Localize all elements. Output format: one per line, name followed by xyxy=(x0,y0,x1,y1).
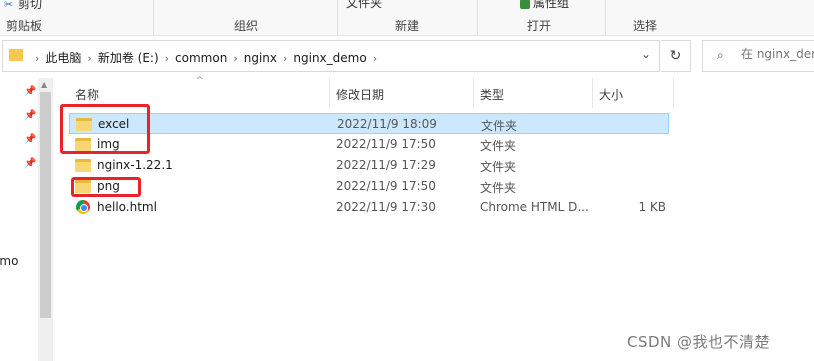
column-header-size[interactable]: 大小 xyxy=(599,86,623,103)
highlight-box xyxy=(60,104,150,154)
highlight-box xyxy=(71,177,141,197)
file-row-excel[interactable]: excel 2022/11/9 18:09 文件夹 xyxy=(69,113,669,134)
column-divider[interactable] xyxy=(329,78,330,108)
address-bar[interactable]: › 此电脑 › 新加卷 (E:) › common › nginx › nginx_demo › ⌄ xyxy=(2,40,660,72)
scissors-icon: ✂ xyxy=(4,0,14,11)
column-divider[interactable] xyxy=(473,78,474,108)
breadcrumb-item-this-pc[interactable]: 此电脑 xyxy=(45,51,81,65)
file-name: hello.html xyxy=(97,200,157,214)
refresh-icon: ↻ xyxy=(669,48,682,64)
folder-icon xyxy=(75,159,91,172)
ribbon-divider xyxy=(337,0,338,36)
search-input[interactable] xyxy=(741,47,814,61)
ribbon-divider xyxy=(477,0,478,36)
file-date: 2022/11/9 17:29 xyxy=(336,158,436,172)
group-label-clipboard: 剪贴板 xyxy=(6,19,43,33)
chrome-icon xyxy=(76,200,90,214)
breadcrumb-item-nginx[interactable]: nginx xyxy=(244,51,277,65)
ribbon-divider xyxy=(605,0,606,36)
file-row-nginx[interactable]: nginx-1.22.1 2022/11/9 17:29 文件夹 xyxy=(69,155,669,176)
pin-icon[interactable]: 📌 xyxy=(24,158,36,169)
chevron-down-icon[interactable]: ⌄ xyxy=(641,47,651,61)
chevron-right-icon[interactable]: › xyxy=(165,52,169,65)
pin-icon[interactable]: 📌 xyxy=(24,86,36,97)
chevron-right-icon[interactable]: › xyxy=(87,52,91,65)
watermark: CSDN @我也不清楚 xyxy=(627,333,771,351)
file-date: 2022/11/9 18:09 xyxy=(337,117,437,131)
new-folder-button[interactable]: 文件夹 xyxy=(346,0,382,11)
search-box[interactable]: ⌕ xyxy=(702,40,814,72)
pin-icon[interactable]: 📌 xyxy=(24,134,36,145)
ribbon: ✂ 剪切 文件夹 属性组 剪贴板 组织 新建 打开 选择 xyxy=(0,0,814,36)
address-row: › 此电脑 › 新加卷 (E:) › common › nginx › nginx_demo › ⌄… xyxy=(0,36,814,78)
breadcrumb-item-common[interactable]: common xyxy=(175,51,227,65)
chevron-right-icon[interactable]: › xyxy=(283,52,287,65)
file-row-img[interactable]: img 2022/11/9 17:50 文件夹 xyxy=(69,134,669,155)
file-type: Chrome HTML D... xyxy=(480,200,589,214)
refresh-button[interactable]: ↻ xyxy=(661,40,691,72)
file-date: 2022/11/9 17:50 xyxy=(336,137,436,151)
nav-scrollbar[interactable]: ▲ xyxy=(38,78,53,361)
navigation-pane: 📌 📌 📌 📌 emo xyxy=(0,78,38,361)
chevron-right-icon[interactable]: › xyxy=(233,52,237,65)
chevron-right-icon[interactable]: › xyxy=(373,52,377,65)
column-divider[interactable] xyxy=(673,78,674,108)
scroll-up-icon[interactable]: ▲ xyxy=(41,80,47,89)
group-label-new: 新建 xyxy=(395,19,420,33)
file-type: 文件夹 xyxy=(480,181,517,195)
column-header-date[interactable]: 修改日期 xyxy=(336,86,384,103)
column-header-name[interactable]: 名称 xyxy=(75,86,99,103)
file-size: 1 KB xyxy=(638,200,666,214)
file-row-png[interactable]: png 2022/11/9 17:50 文件夹 xyxy=(69,176,669,197)
breadcrumb-item-drive[interactable]: 新加卷 (E:) xyxy=(98,51,159,65)
column-divider[interactable] xyxy=(592,78,593,108)
search-icon: ⌕ xyxy=(717,48,724,62)
file-type: 文件夹 xyxy=(480,160,517,174)
chevron-right-icon[interactable]: › xyxy=(35,52,39,65)
scrollbar-thumb[interactable] xyxy=(40,92,51,318)
file-type: 文件夹 xyxy=(480,139,517,153)
group-label-select: 选择 xyxy=(633,19,658,33)
properties-button[interactable]: 属性组 xyxy=(520,0,569,11)
group-label-organize: 组织 xyxy=(234,19,259,33)
file-name: nginx-1.22.1 xyxy=(97,158,173,172)
file-date: 2022/11/9 17:30 xyxy=(336,200,436,214)
cut-button[interactable]: ✂ 剪切 xyxy=(4,0,42,12)
file-date: 2022/11/9 17:50 xyxy=(336,179,436,193)
breadcrumb-item-nginx-demo[interactable]: nginx_demo xyxy=(293,51,366,65)
column-headers: ^ 名称 修改日期 类型 大小 xyxy=(53,76,814,108)
properties-icon xyxy=(520,0,530,9)
group-label-open: 打开 xyxy=(527,19,552,33)
pin-icon[interactable]: 📌 xyxy=(24,110,36,121)
file-type: 文件夹 xyxy=(481,119,518,133)
ribbon-divider xyxy=(153,0,154,36)
sort-ascending-icon: ^ xyxy=(196,76,204,86)
column-header-type[interactable]: 类型 xyxy=(480,86,504,103)
folder-icon xyxy=(9,49,23,61)
nav-item-partial[interactable]: emo xyxy=(0,254,18,268)
breadcrumb: › 此电脑 › 新加卷 (E:) › common › nginx › nginx_demo › xyxy=(29,49,383,66)
file-row-hello-html[interactable]: hello.html 2022/11/9 17:30 Chrome HTML D… xyxy=(69,197,669,218)
